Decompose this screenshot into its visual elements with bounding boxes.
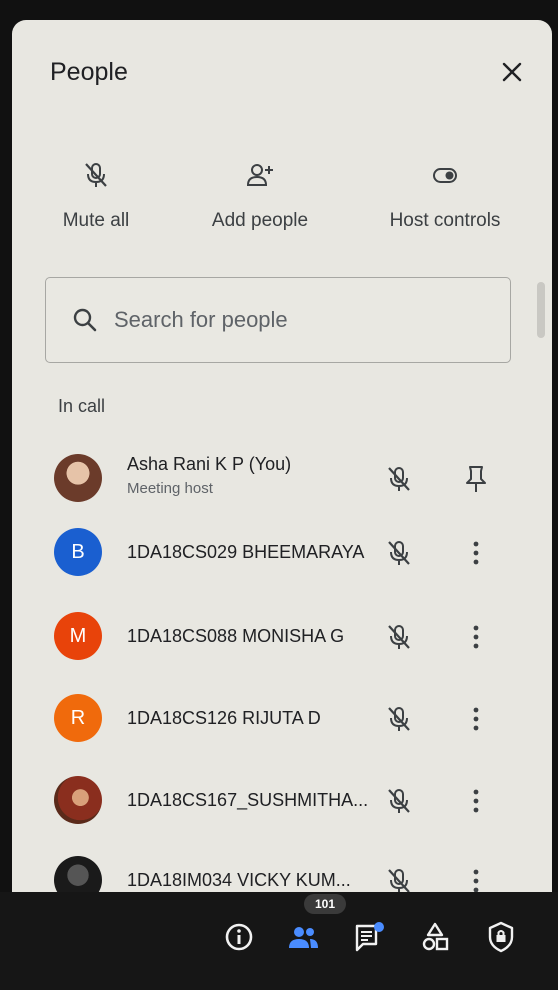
mic-off-icon[interactable] — [384, 866, 414, 892]
participant-row[interactable]: R 1DA18CS126 RIJUTA D — [12, 688, 552, 754]
host-controls-label: Host controls — [389, 210, 501, 231]
participant-name: Asha Rani K P (You) — [127, 454, 292, 474]
host-controls-button[interactable]: Host controls — [380, 160, 510, 232]
more-vert-icon[interactable] — [462, 704, 490, 734]
participant-row[interactable]: 1DA18CS167_SUSHMITHA... — [12, 770, 552, 836]
participant-name: 1DA18CS029 BHEEMARAYA — [127, 542, 365, 562]
avatar: R — [54, 694, 102, 742]
mic-off-icon[interactable] — [384, 786, 414, 816]
avatar: M — [54, 612, 102, 660]
add-person-icon — [246, 164, 273, 186]
participant-role: Meeting host — [127, 480, 213, 497]
more-vert-icon[interactable] — [462, 538, 490, 568]
more-vert-icon[interactable] — [462, 866, 490, 892]
avatar — [54, 856, 102, 892]
more-vert-icon[interactable] — [462, 622, 490, 652]
participant-row[interactable]: 1DA18IM034 VICKY KUM... — [12, 850, 552, 892]
search-icon — [73, 308, 97, 332]
host-safety-icon[interactable] — [484, 920, 518, 954]
people-icon[interactable] — [286, 920, 320, 954]
info-icon[interactable] — [222, 920, 256, 954]
mic-off-icon[interactable] — [384, 464, 414, 494]
participant-row[interactable]: M 1DA18CS088 MONISHA G — [12, 606, 552, 672]
avatar — [54, 454, 102, 502]
participant-name: 1DA18CS088 MONISHA G — [127, 626, 345, 646]
search-field[interactable] — [45, 277, 511, 363]
mute-all-button[interactable]: Mute all — [56, 160, 136, 232]
people-panel: People Mute all Add people Host controls… — [12, 20, 552, 892]
scrollbar[interactable] — [537, 282, 545, 338]
toggle-icon — [433, 168, 457, 183]
participant-row[interactable]: B 1DA18CS029 BHEEMARAYA — [12, 522, 552, 588]
panel-title: People — [50, 58, 128, 86]
close-button[interactable] — [494, 54, 530, 90]
participant-row[interactable]: Asha Rani K P (You) Meeting host — [12, 448, 552, 514]
avatar — [54, 776, 102, 824]
bottom-toolbar: 101 — [0, 892, 558, 990]
mic-off-icon[interactable] — [384, 704, 414, 734]
section-in-call: In call — [58, 396, 106, 416]
pin-icon[interactable] — [462, 464, 490, 494]
mute-all-label: Mute all — [62, 210, 130, 231]
panel-actions: Mute all Add people Host controls — [12, 160, 552, 260]
add-people-button[interactable]: Add people — [200, 160, 320, 232]
more-vert-icon[interactable] — [462, 786, 490, 816]
meet-screen: People Mute all Add people Host controls… — [0, 0, 558, 990]
close-icon — [502, 62, 522, 82]
people-count-badge: 101 — [304, 894, 346, 914]
add-people-label: Add people — [211, 210, 309, 231]
avatar: B — [54, 528, 102, 576]
mic-off-icon — [85, 163, 107, 187]
search-input[interactable] — [112, 306, 476, 334]
activities-icon[interactable] — [418, 920, 452, 954]
participant-name: 1DA18CS167_SUSHMITHA... — [127, 790, 369, 810]
participant-name: 1DA18IM034 VICKY KUM... — [127, 870, 351, 890]
mic-off-icon[interactable] — [384, 538, 414, 568]
chat-icon[interactable] — [352, 920, 386, 954]
participant-name: 1DA18CS126 RIJUTA D — [127, 708, 321, 728]
mic-off-icon[interactable] — [384, 622, 414, 652]
